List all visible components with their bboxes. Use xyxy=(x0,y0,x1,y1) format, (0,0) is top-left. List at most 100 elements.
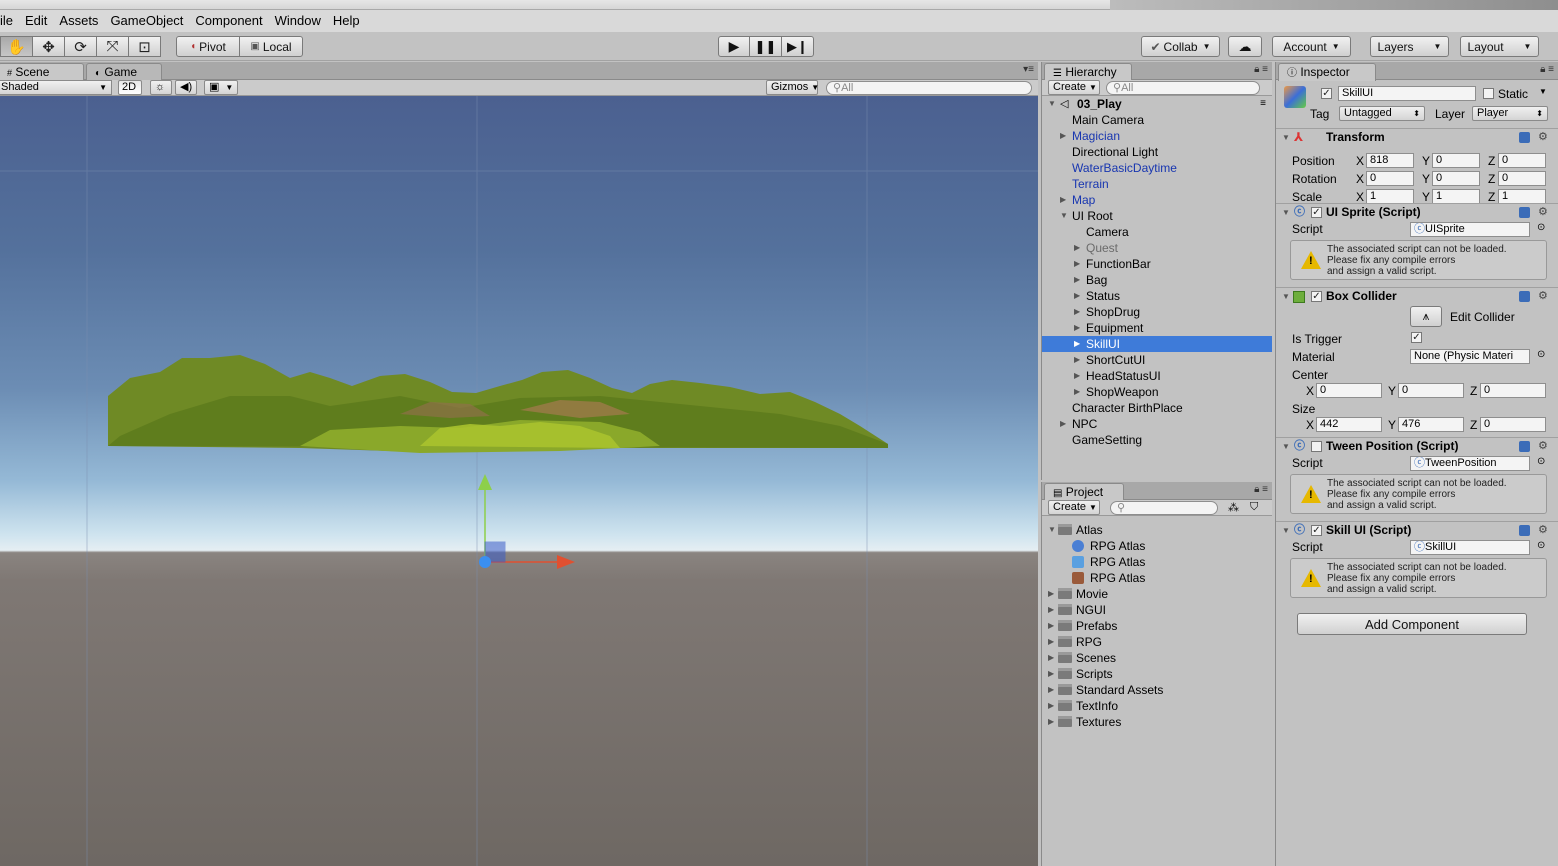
expand-right-icon[interactable]: ▶ xyxy=(1048,650,1054,666)
project-item[interactable]: ▶ Scripts xyxy=(1042,666,1272,682)
scale-x-input[interactable]: 1 xyxy=(1366,189,1414,204)
expand-right-icon[interactable]: ▶ xyxy=(1048,682,1054,698)
lock-icon[interactable]: 🔒︎ ≡ xyxy=(1540,64,1554,75)
shading-mode-dropdown[interactable]: Shaded ▼ xyxy=(0,80,112,95)
hierarchy-create-dropdown[interactable]: Create ▼ xyxy=(1048,80,1100,95)
hierarchy-item[interactable]: ▶ Map xyxy=(1042,192,1272,208)
project-item[interactable]: ▼ Atlas xyxy=(1042,522,1272,538)
expand-right-icon[interactable]: ▶ xyxy=(1074,368,1080,384)
active-checkbox[interactable]: ✓ xyxy=(1321,88,1332,99)
project-item[interactable]: ▶ Textures xyxy=(1042,714,1272,730)
expand-right-icon[interactable]: ▶ xyxy=(1060,192,1066,208)
hierarchy-item[interactable]: Directional Light xyxy=(1042,144,1272,160)
expand-right-icon[interactable]: ▶ xyxy=(1048,666,1054,682)
rotate-tool-button[interactable]: ⟳ xyxy=(64,36,97,57)
project-item[interactable]: ▶ Scenes xyxy=(1042,650,1272,666)
tween-position-enabled-checkbox[interactable] xyxy=(1311,441,1322,452)
rotation-z-input[interactable]: 0 xyxy=(1498,171,1546,186)
step-button[interactable]: ▶❙ xyxy=(781,36,814,57)
hierarchy-item[interactable]: ▶ Magician xyxy=(1042,128,1272,144)
ui-sprite-enabled-checkbox[interactable]: ✓ xyxy=(1311,207,1322,218)
position-y-input[interactable]: 0 xyxy=(1432,153,1480,168)
hierarchy-item[interactable]: ▼ UI Root xyxy=(1042,208,1272,224)
skill-ui-header[interactable]: ▼ ⓒ ✓ Skill UI (Script) ⚙ xyxy=(1276,521,1558,539)
project-item[interactable]: RPG Atlas xyxy=(1042,570,1272,586)
layer-dropdown[interactable]: Player ⬍ xyxy=(1472,106,1548,121)
project-item[interactable]: ▶ NGUI xyxy=(1042,602,1272,618)
expand-right-icon[interactable]: ▶ xyxy=(1060,416,1066,432)
skill-ui-enabled-checkbox[interactable]: ✓ xyxy=(1311,525,1322,536)
object-picker-icon[interactable]: ⊙ xyxy=(1537,349,1545,360)
scale-y-input[interactable]: 1 xyxy=(1432,189,1480,204)
expand-right-icon[interactable]: ▶ xyxy=(1048,586,1054,602)
lock-icon[interactable]: 🔒︎ ≡ xyxy=(1254,64,1268,75)
tab-project[interactable]: ▤ Project xyxy=(1044,483,1124,501)
expand-right-icon[interactable]: ▶ xyxy=(1048,714,1054,730)
hierarchy-item[interactable]: Camera xyxy=(1042,224,1272,240)
help-book-icon[interactable] xyxy=(1519,525,1530,536)
menu-window[interactable]: Window xyxy=(269,11,327,31)
help-book-icon[interactable] xyxy=(1519,441,1530,452)
expand-right-icon[interactable]: ▶ xyxy=(1074,240,1080,256)
expand-right-icon[interactable]: ▶ xyxy=(1074,336,1080,352)
material-field[interactable]: None (Physic Materi xyxy=(1410,349,1530,364)
skill-ui-script-field[interactable]: ⓒSkillUI xyxy=(1410,540,1530,555)
transform-header[interactable]: ▼ ⅄ Transform ⚙ xyxy=(1276,128,1558,146)
tag-icon[interactable]: ⛉ xyxy=(1250,501,1258,514)
gear-icon[interactable]: ⚙ xyxy=(1538,288,1548,305)
hierarchy-item[interactable]: ▶ SkillUI xyxy=(1042,336,1272,352)
local-button[interactable]: ▣ Local xyxy=(239,36,303,57)
tween-position-header[interactable]: ▼ ⓒ Tween Position (Script) ⚙ xyxy=(1276,437,1558,455)
filter-type-icon[interactable]: ⁂ xyxy=(1228,501,1239,514)
expand-right-icon[interactable]: ▶ xyxy=(1048,618,1054,634)
layers-dropdown[interactable]: Layers ▼ xyxy=(1370,36,1449,57)
project-item[interactable]: ▶ Prefabs xyxy=(1042,618,1272,634)
audio-toggle[interactable]: ◀) xyxy=(175,80,197,95)
tab-inspector[interactable]: ⓘ Inspector xyxy=(1278,63,1376,81)
hierarchy-item[interactable]: ▶ ShopWeapon xyxy=(1042,384,1272,400)
project-create-dropdown[interactable]: Create ▼ xyxy=(1048,500,1100,515)
help-book-icon[interactable] xyxy=(1519,291,1530,302)
scale-z-input[interactable]: 1 xyxy=(1498,189,1546,204)
expand-down-icon[interactable]: ▼ xyxy=(1048,522,1056,538)
play-button[interactable]: ▶ xyxy=(718,36,750,57)
tab-scene[interactable]: # Scene xyxy=(0,63,84,81)
menu-edit[interactable]: Edit xyxy=(19,11,53,31)
lock-icon[interactable]: 🔒︎ ≡ xyxy=(1254,484,1268,495)
hierarchy-item[interactable]: Terrain xyxy=(1042,176,1272,192)
hierarchy-item[interactable]: ▶ Bag xyxy=(1042,272,1272,288)
menu-assets[interactable]: Assets xyxy=(53,11,104,31)
pivot-button[interactable]: ◖ Pivot xyxy=(176,36,240,57)
scene-viewport[interactable] xyxy=(0,96,1038,866)
position-x-input[interactable]: 818 xyxy=(1366,153,1414,168)
tab-game[interactable]: ◐ Game xyxy=(86,63,162,80)
hierarchy-item[interactable]: WaterBasicDaytime xyxy=(1042,160,1272,176)
expand-right-icon[interactable]: ▶ xyxy=(1048,634,1054,650)
expand-down-icon[interactable]: ▼ xyxy=(1060,208,1068,224)
tween-position-script-field[interactable]: ⓒTweenPosition xyxy=(1410,456,1530,471)
tag-dropdown[interactable]: Untagged ⬍ xyxy=(1339,106,1425,121)
menu-help[interactable]: Help xyxy=(327,11,366,31)
project-item[interactable]: RPG Atlas xyxy=(1042,554,1272,570)
hand-tool-button[interactable]: ✋ xyxy=(0,36,33,57)
account-dropdown[interactable]: Account ▼ xyxy=(1272,36,1351,57)
hierarchy-search-input[interactable]: ⚲All xyxy=(1106,81,1260,95)
gizmos-dropdown[interactable]: Gizmos ▼ xyxy=(766,80,819,95)
menu-component[interactable]: Component xyxy=(189,11,268,31)
hierarchy-item[interactable]: ▶ Equipment xyxy=(1042,320,1272,336)
add-component-button[interactable]: Add Component xyxy=(1297,613,1527,635)
expand-right-icon[interactable]: ▶ xyxy=(1060,128,1066,144)
collab-dropdown[interactable]: ✔ Collab ▼ xyxy=(1141,36,1220,57)
edit-collider-button[interactable]: ⩚ xyxy=(1410,306,1442,327)
hierarchy-item[interactable]: ▶ NPC xyxy=(1042,416,1272,432)
gear-icon[interactable]: ⚙ xyxy=(1538,204,1548,221)
hierarchy-item[interactable]: Character BirthPlace xyxy=(1042,400,1272,416)
expand-right-icon[interactable]: ▶ xyxy=(1048,602,1054,618)
panel-menu-icon[interactable]: ▾≡ xyxy=(1023,64,1034,75)
center-x-input[interactable]: 0 xyxy=(1316,383,1382,398)
hierarchy-item[interactable]: ▶ HeadStatusUI xyxy=(1042,368,1272,384)
hierarchy-item[interactable]: ▶ Quest xyxy=(1042,240,1272,256)
expand-right-icon[interactable]: ▶ xyxy=(1074,352,1080,368)
pause-button[interactable]: ❚❚ xyxy=(749,36,782,57)
project-item[interactable]: ▶ TextInfo xyxy=(1042,698,1272,714)
